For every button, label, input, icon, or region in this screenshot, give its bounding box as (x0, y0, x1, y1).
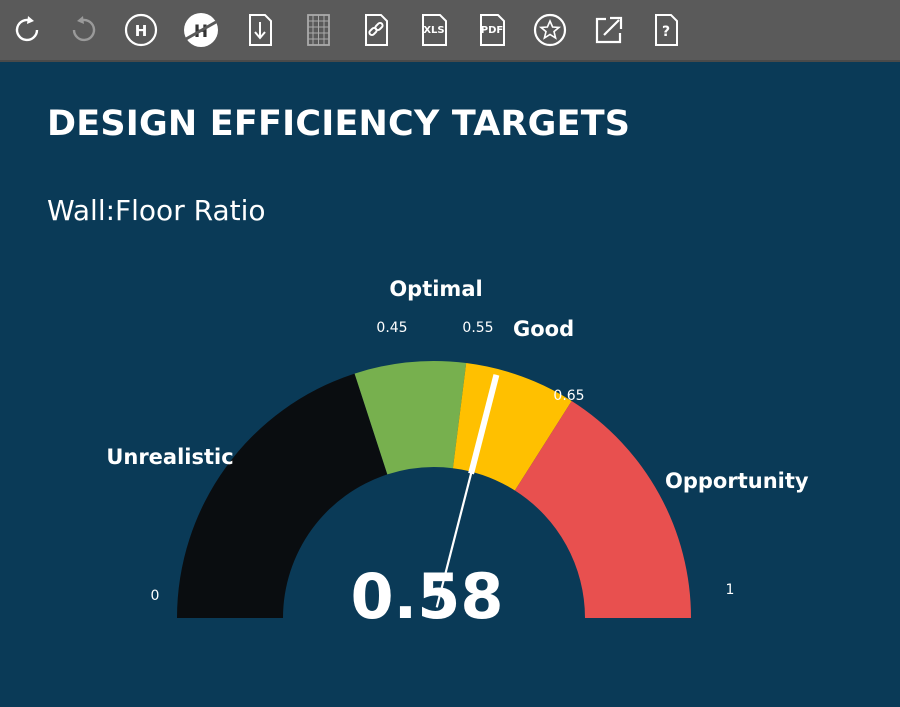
tick-label: 0.55 (462, 320, 493, 336)
band-label-opportunity: Opportunity (665, 469, 809, 493)
band-label-unrealistic: Unrealistic (106, 445, 233, 469)
favorite-icon[interactable] (529, 8, 571, 52)
axis-max-label: 1 (726, 582, 735, 598)
download-icon[interactable] (239, 8, 281, 52)
expand-icon[interactable] (588, 8, 630, 52)
axis-min-label: 0 (151, 588, 160, 604)
highlight-icon-label: H (135, 22, 148, 40)
band-label-good: Good (513, 317, 574, 341)
dashboard-canvas: DESIGN EFFICIENCY TARGETS Wall:Floor Rat… (0, 62, 900, 707)
band-label-optimal: Optimal (389, 277, 482, 301)
unhighlight-icon[interactable]: H (180, 8, 222, 52)
pdf-export-icon[interactable]: PDF (471, 8, 513, 52)
undo-icon[interactable] (63, 8, 105, 52)
refresh-icon[interactable] (6, 8, 48, 52)
help-icon[interactable]: ? (645, 8, 687, 52)
xls-export-label: XLS (423, 25, 444, 36)
pdf-export-label: PDF (481, 25, 503, 36)
link-icon[interactable] (355, 8, 397, 52)
help-icon-label: ? (662, 24, 670, 40)
crosstab-icon[interactable] (297, 8, 339, 52)
tick-label: 0.45 (376, 320, 407, 336)
gauge-value: 0.58 (351, 560, 504, 633)
xls-export-icon[interactable]: XLS (413, 8, 455, 52)
tick-label: 0.65 (553, 388, 584, 404)
gauge-chart: Unrealistic Optimal Good Opportunity 0.45 0.5… (106, 277, 809, 633)
highlight-icon[interactable]: H (120, 8, 162, 52)
toolbar: H H (0, 0, 900, 62)
